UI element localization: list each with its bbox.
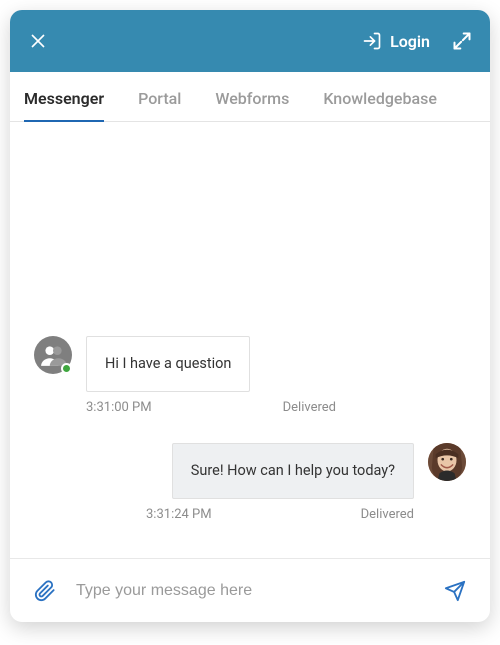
presence-indicator-online <box>61 363 72 374</box>
send-icon <box>444 580 466 602</box>
login-icon <box>362 31 382 51</box>
message-status: Delivered <box>283 400 336 415</box>
agent-photo-icon <box>428 443 466 481</box>
paperclip-icon <box>34 580 56 602</box>
send-button[interactable] <box>442 578 468 604</box>
message-bubble: Sure! How can I help you today? <box>172 443 414 499</box>
message-row: Sure! How can I help you today? <box>34 443 466 499</box>
message-meta: 3:31:24 PM Delivered <box>146 507 414 522</box>
tab-messenger[interactable]: Messenger <box>24 75 104 122</box>
composer-bar <box>10 558 490 622</box>
expand-icon <box>452 31 472 51</box>
login-button[interactable]: Login <box>362 31 430 51</box>
chat-widget-window: Login Messenger Portal Webforms Knowledg… <box>10 10 490 622</box>
close-button[interactable] <box>24 27 52 55</box>
message-row: Hi I have a question <box>34 336 466 392</box>
message-bubble: Hi I have a question <box>86 336 250 392</box>
tab-portal[interactable]: Portal <box>138 75 181 122</box>
login-label: Login <box>390 32 430 51</box>
close-icon <box>30 33 46 49</box>
message-input[interactable] <box>76 582 424 600</box>
guest-avatar <box>34 336 72 374</box>
attach-button[interactable] <box>32 578 58 604</box>
expand-button[interactable] <box>448 27 476 55</box>
message-status: Delivered <box>361 507 414 522</box>
tab-knowledgebase[interactable]: Knowledgebase <box>323 75 437 122</box>
agent-avatar <box>428 443 466 481</box>
chat-area: Hi I have a question 3:31:00 PM Delivere… <box>10 122 490 558</box>
tab-webforms[interactable]: Webforms <box>215 75 289 122</box>
tab-bar: Messenger Portal Webforms Knowledgebase <box>10 72 490 122</box>
message-meta: 3:31:00 PM Delivered <box>86 400 336 415</box>
header-bar: Login <box>10 10 490 72</box>
message-time: 3:31:00 PM <box>86 400 152 415</box>
message-time: 3:31:24 PM <box>146 507 212 522</box>
message-text: Hi I have a question <box>105 355 231 372</box>
message-text: Sure! How can I help you today? <box>191 462 395 479</box>
